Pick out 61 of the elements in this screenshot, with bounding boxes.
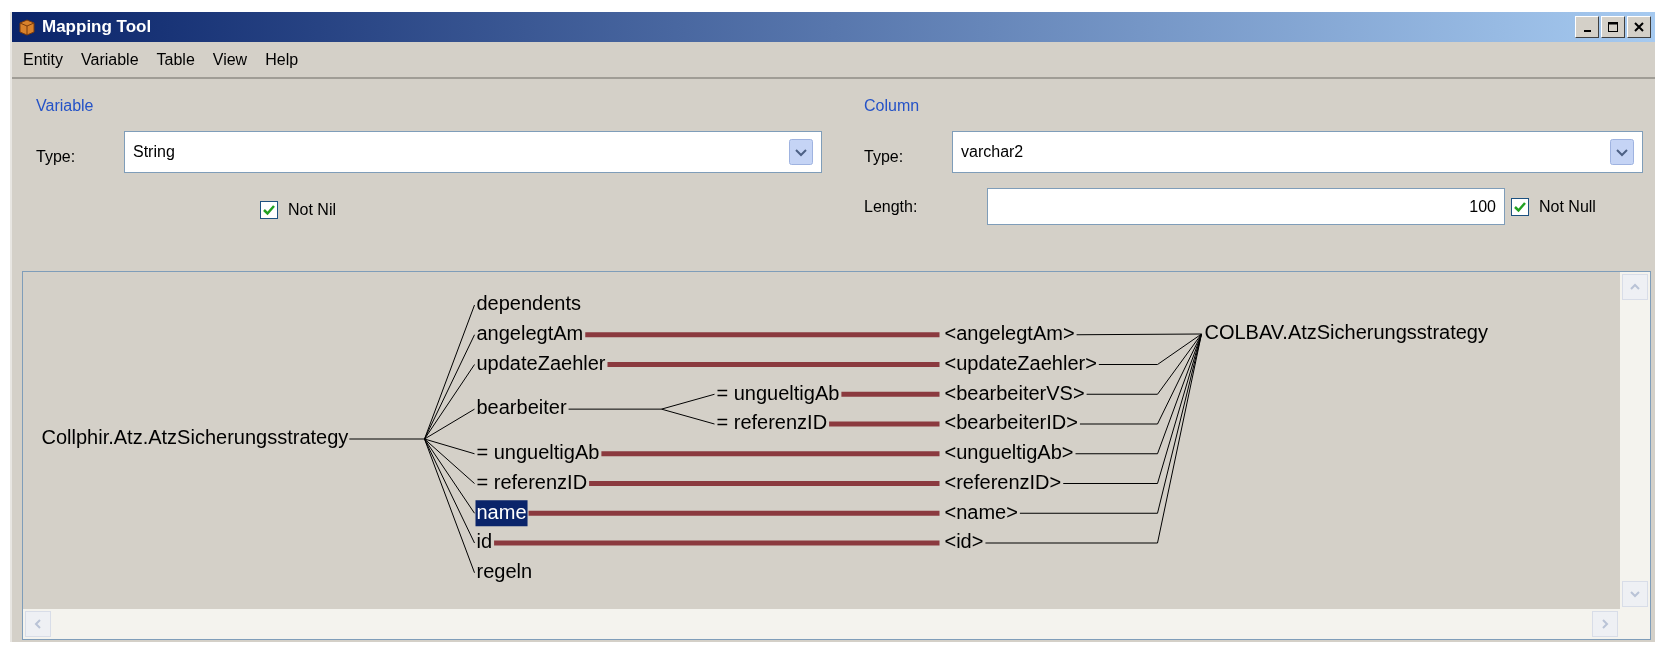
checkbox-label: Not Null <box>1539 197 1596 216</box>
section-heading: Column <box>864 97 921 116</box>
type-dropdown[interactable]: String <box>124 130 822 173</box>
minimize-button[interactable] <box>1575 16 1599 38</box>
entity-label[interactable]: Collphir.Atz.AtzSicherungsstrategy <box>41 426 349 449</box>
checkbox[interactable] <box>1511 197 1529 216</box>
column-label[interactable]: <referenzID> <box>944 470 1062 493</box>
scroll-down-button[interactable] <box>1622 581 1648 607</box>
section-heading: Variable <box>36 97 95 116</box>
attribute-label[interactable]: name <box>475 500 528 527</box>
field-label: Type: <box>864 146 905 166</box>
attribute-label[interactable]: = referenzID <box>476 470 588 493</box>
mapping-line[interactable] <box>841 391 940 397</box>
caret-down-icon <box>1629 588 1641 600</box>
attribute-label[interactable]: id <box>476 530 493 553</box>
scroll-right-button[interactable] <box>1592 611 1618 637</box>
mapping-line[interactable] <box>829 421 940 427</box>
scroll-left-button[interactable] <box>25 611 51 637</box>
vertical-scrollbar[interactable] <box>1620 272 1650 609</box>
mapping-line[interactable] <box>585 332 940 338</box>
menu-item[interactable]: View <box>203 47 257 72</box>
column-label[interactable]: <ungueltigAb> <box>944 441 1074 464</box>
entity-label[interactable]: COLBAV.AtzSicherungsstrategy <box>1204 321 1488 344</box>
checkbox[interactable] <box>260 201 278 219</box>
close-button[interactable] <box>1627 16 1651 38</box>
maximize-icon <box>1607 21 1619 33</box>
attribute-label[interactable]: updateZaehler <box>476 351 606 374</box>
box-icon <box>18 18 36 36</box>
scroll-up-button[interactable] <box>1622 274 1648 300</box>
attribute-label[interactable]: bearbeiter <box>476 396 567 419</box>
column-label[interactable]: <updateZaehler> <box>944 351 1097 374</box>
close-icon <box>1633 21 1645 33</box>
field-label: Length: <box>864 197 919 216</box>
window-title: Mapping Tool <box>42 17 153 37</box>
column-label[interactable]: <id> <box>944 530 984 553</box>
mapping-line[interactable] <box>528 510 940 516</box>
column-label[interactable]: <angelegtAm> <box>944 322 1075 345</box>
checkbox-label: Not Nil <box>288 201 336 219</box>
menu-item[interactable]: Variable <box>72 47 148 72</box>
horizontal-scrollbar[interactable] <box>23 609 1650 639</box>
column-label[interactable]: <bearbeiterVS> <box>944 381 1085 404</box>
caret-left-icon <box>32 618 44 630</box>
mapping-line[interactable] <box>494 540 940 546</box>
attribute-label[interactable]: = referenzID <box>716 411 828 434</box>
attribute-label[interactable]: regeln <box>476 560 533 583</box>
length-field[interactable]: 100 <box>987 188 1505 225</box>
attribute-label[interactable]: = ungueltigAb <box>716 381 840 404</box>
menu-item[interactable]: Help <box>256 47 308 72</box>
type-dropdown[interactable]: varchar2 <box>952 130 1643 173</box>
attribute-label[interactable]: = ungueltigAb <box>476 441 600 464</box>
maximize-button[interactable] <box>1601 16 1625 38</box>
field-label: Type: <box>36 146 77 166</box>
column-label[interactable]: <name> <box>944 500 1018 523</box>
caret-right-icon <box>1599 618 1611 630</box>
column-label[interactable]: <bearbeiterID> <box>944 411 1078 434</box>
attribute-label[interactable]: dependents <box>476 292 582 315</box>
menu-item[interactable]: Entity <box>14 47 72 72</box>
mapping-line[interactable] <box>601 451 940 457</box>
menu-item[interactable]: Table <box>147 47 204 72</box>
attribute-label[interactable]: angelegtAm <box>476 322 584 345</box>
minimize-icon <box>1583 30 1591 32</box>
